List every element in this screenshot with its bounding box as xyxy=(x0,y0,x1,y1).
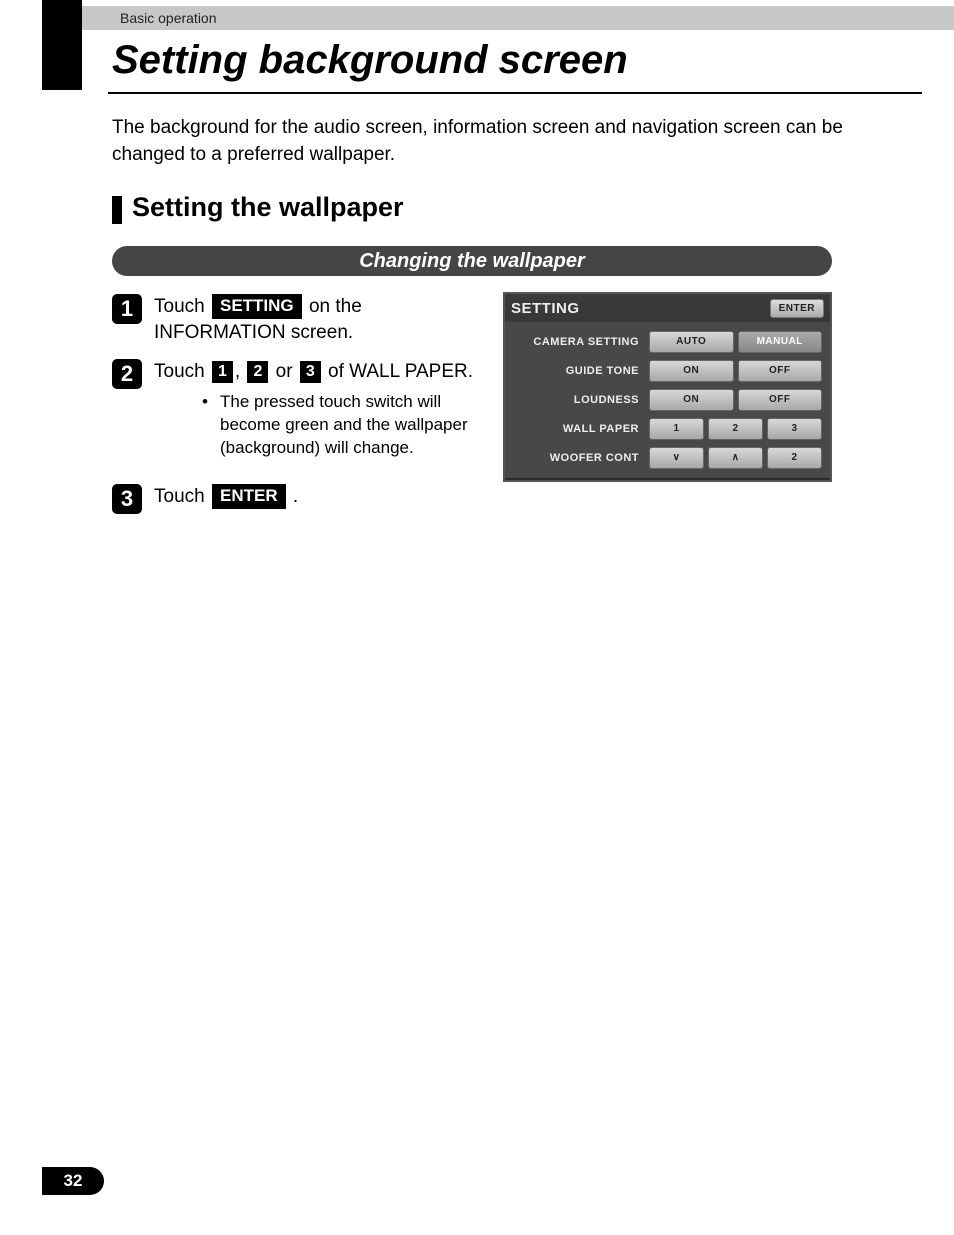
page-title: Setting background screen xyxy=(112,38,628,83)
device-body: CAMERA SETTING AUTO MANUAL GUIDE TONE ON… xyxy=(505,322,830,478)
manual-page: Basic operation Setting background scree… xyxy=(0,0,954,1235)
step-text: Touch xyxy=(154,361,210,382)
breadcrumb: Basic operation xyxy=(82,6,954,30)
option-1-label: 1 xyxy=(212,361,233,383)
device-screenshot: SETTING ENTER CAMERA SETTING AUTO MANUAL… xyxy=(503,292,832,482)
device-row-camera: CAMERA SETTING AUTO MANUAL xyxy=(513,328,822,355)
setting-button-label: SETTING xyxy=(212,294,302,319)
step-text: of WALL PAPER. xyxy=(328,361,473,382)
loudness-on-button[interactable]: ON xyxy=(649,389,734,411)
step-number-icon: 2 xyxy=(112,359,142,389)
step-text: Touch xyxy=(154,486,210,507)
step-2: 2 Touch 1, 2 or 3 of WALL PAPER. The pre… xyxy=(112,359,482,459)
camera-auto-button[interactable]: AUTO xyxy=(649,331,734,353)
step-3: 3 Touch ENTER . xyxy=(112,484,482,510)
step-text: , xyxy=(235,361,246,382)
guide-tone-off-button[interactable]: OFF xyxy=(738,360,823,382)
side-tab xyxy=(42,0,82,90)
step-number-icon: 3 xyxy=(112,484,142,514)
step-1: 1 Touch SETTING on the INFORMATION scree… xyxy=(112,294,482,345)
step-note: The pressed touch switch will become gre… xyxy=(154,391,482,460)
device-header: SETTING ENTER xyxy=(505,294,830,322)
device-row-guide-tone: GUIDE TONE ON OFF xyxy=(513,357,822,384)
subsection-pill: Changing the wallpaper xyxy=(112,246,832,276)
camera-manual-button[interactable]: MANUAL xyxy=(738,331,823,353)
row-label: LOUDNESS xyxy=(513,394,645,406)
option-2-label: 2 xyxy=(247,361,268,383)
woofer-value-button[interactable]: 2 xyxy=(767,447,822,469)
page-number: 32 xyxy=(42,1167,104,1195)
wallpaper-3-button[interactable]: 3 xyxy=(767,418,822,440)
title-rule xyxy=(108,92,922,94)
row-label: WOOFER CONT xyxy=(513,452,645,464)
row-label: GUIDE TONE xyxy=(513,365,645,377)
wallpaper-2-button[interactable]: 2 xyxy=(708,418,763,440)
guide-tone-on-button[interactable]: ON xyxy=(649,360,734,382)
device-row-loudness: LOUDNESS ON OFF xyxy=(513,386,822,413)
step-text: Touch xyxy=(154,296,210,317)
step-text: or xyxy=(270,361,297,382)
device-row-wallpaper: WALL PAPER 1 2 3 xyxy=(513,415,822,442)
enter-button-label: ENTER xyxy=(212,484,286,509)
section-title: Setting the wallpaper xyxy=(132,192,404,223)
step-text: . xyxy=(293,486,298,507)
device-title: SETTING xyxy=(511,300,580,317)
device-row-woofer: WOOFER CONT ∨ ∧ 2 xyxy=(513,444,822,471)
intro-text: The background for the audio screen, inf… xyxy=(112,115,904,168)
loudness-off-button[interactable]: OFF xyxy=(738,389,823,411)
row-label: CAMERA SETTING xyxy=(513,336,645,348)
section-marker xyxy=(112,196,122,224)
wallpaper-1-button[interactable]: 1 xyxy=(649,418,704,440)
woofer-down-button[interactable]: ∨ xyxy=(649,447,704,469)
step-number-icon: 1 xyxy=(112,294,142,324)
option-3-label: 3 xyxy=(300,361,321,383)
device-enter-button[interactable]: ENTER xyxy=(770,299,824,318)
steps-column: 1 Touch SETTING on the INFORMATION scree… xyxy=(112,294,482,523)
woofer-up-button[interactable]: ∧ xyxy=(708,447,763,469)
row-label: WALL PAPER xyxy=(513,423,645,435)
